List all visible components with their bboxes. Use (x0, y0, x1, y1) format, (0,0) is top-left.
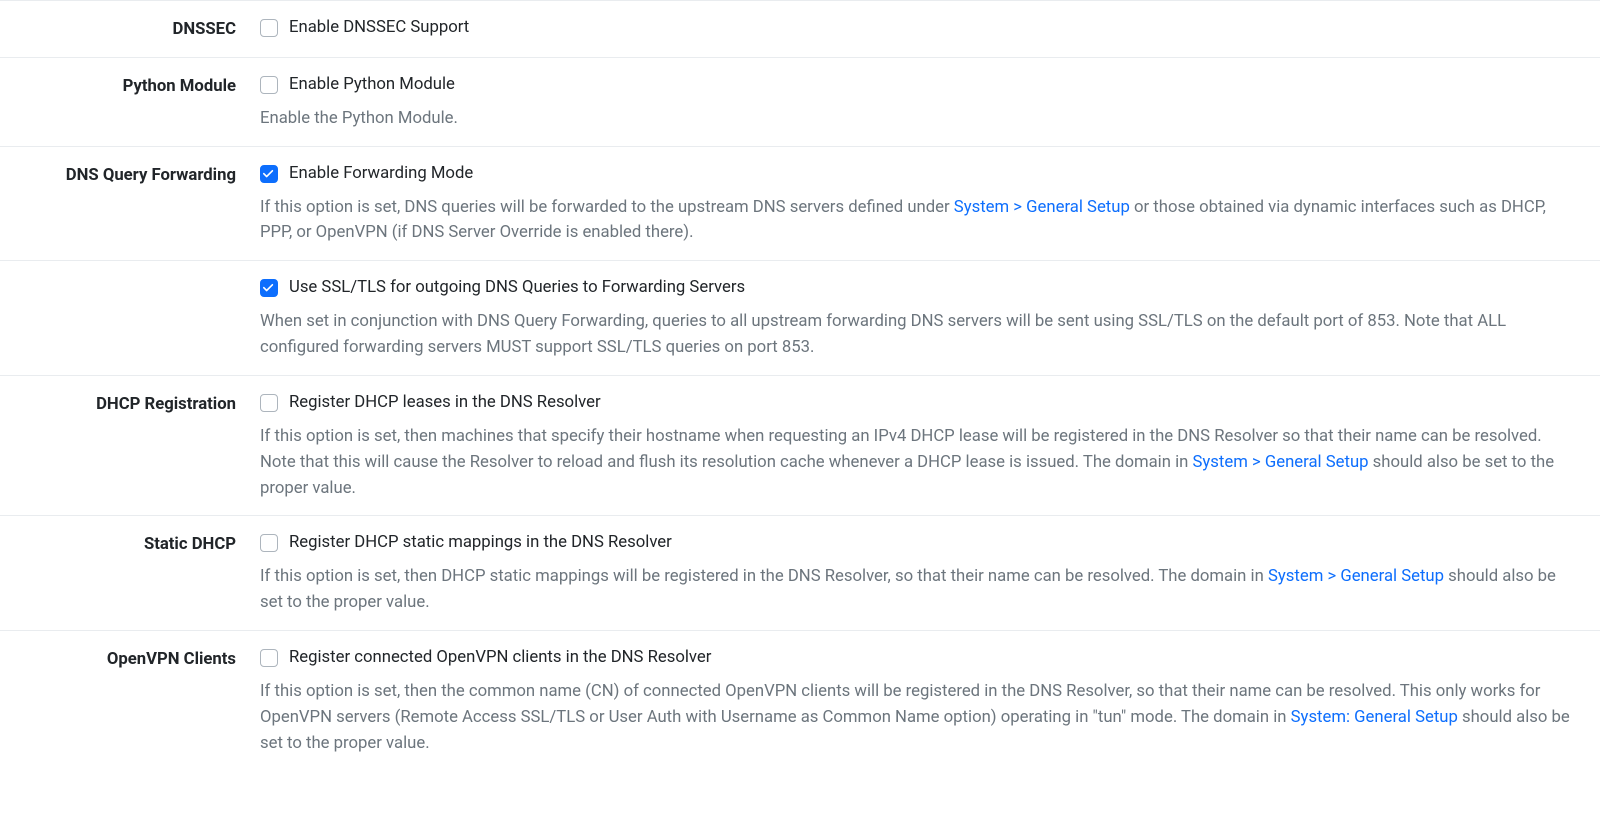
label-dhcp-registration: DHCP Registration (0, 390, 260, 502)
label-dnssec: DNSSEC (0, 15, 260, 43)
link-system-general-setup[interactable]: System > General Setup (1193, 453, 1369, 472)
label-openvpn-clients: OpenVPN Clients (0, 645, 260, 757)
help-dns-query-forwarding: If this option is set, DNS queries will … (260, 195, 1576, 247)
checkbox-label-enable-forwarding-mode: Enable Forwarding Mode (289, 161, 473, 187)
checkbox-label-static-dhcp: Register DHCP static mappings in the DNS… (289, 530, 672, 556)
link-system-general-setup[interactable]: System > General Setup (1268, 567, 1444, 586)
checkbox-label-dhcp-registration: Register DHCP leases in the DNS Resolver (289, 390, 601, 416)
row-ssl-tls-forwarding: Use SSL/TLS for outgoing DNS Queries to … (0, 260, 1600, 375)
row-dhcp-registration: DHCP Registration Register DHCP leases i… (0, 375, 1600, 516)
link-system-general-setup[interactable]: System > General Setup (954, 198, 1130, 217)
checkbox-openvpn-clients[interactable] (260, 649, 278, 667)
row-dns-query-forwarding: DNS Query Forwarding Enable Forwarding M… (0, 146, 1600, 261)
checkbox-label-python-module: Enable Python Module (289, 72, 455, 98)
checkbox-static-dhcp[interactable] (260, 534, 278, 552)
checkbox-dnssec[interactable] (260, 19, 278, 37)
checkbox-label-openvpn-clients: Register connected OpenVPN clients in th… (289, 645, 711, 671)
row-static-dhcp: Static DHCP Register DHCP static mapping… (0, 515, 1600, 630)
help-dhcp-registration: If this option is set, then machines tha… (260, 424, 1576, 502)
label-dns-query-forwarding: DNS Query Forwarding (0, 161, 260, 247)
row-python-module: Python Module Enable Python Module Enabl… (0, 57, 1600, 146)
check-icon (262, 167, 275, 180)
checkbox-python-module[interactable] (260, 76, 278, 94)
checkbox-ssl-tls-forwarding[interactable] (260, 279, 278, 297)
label-static-dhcp: Static DHCP (0, 530, 260, 616)
checkbox-dhcp-registration[interactable] (260, 394, 278, 412)
label-python-module: Python Module (0, 72, 260, 132)
checkbox-label-dnssec: Enable DNSSEC Support (289, 15, 469, 41)
help-openvpn-clients: If this option is set, then the common n… (260, 679, 1576, 757)
help-ssl-tls-forwarding: When set in conjunction with DNS Query F… (260, 309, 1576, 361)
settings-form: DNSSEC Enable DNSSEC Support Python Modu… (0, 0, 1600, 771)
row-dnssec: DNSSEC Enable DNSSEC Support (0, 0, 1600, 57)
checkbox-label-ssl-tls-forwarding: Use SSL/TLS for outgoing DNS Queries to … (289, 275, 745, 301)
help-static-dhcp: If this option is set, then DHCP static … (260, 564, 1576, 616)
checkbox-enable-forwarding-mode[interactable] (260, 165, 278, 183)
row-openvpn-clients: OpenVPN Clients Register connected OpenV… (0, 630, 1600, 771)
link-system-general-setup[interactable]: System: General Setup (1291, 708, 1458, 727)
help-python-module: Enable the Python Module. (260, 106, 1576, 132)
check-icon (262, 281, 275, 294)
